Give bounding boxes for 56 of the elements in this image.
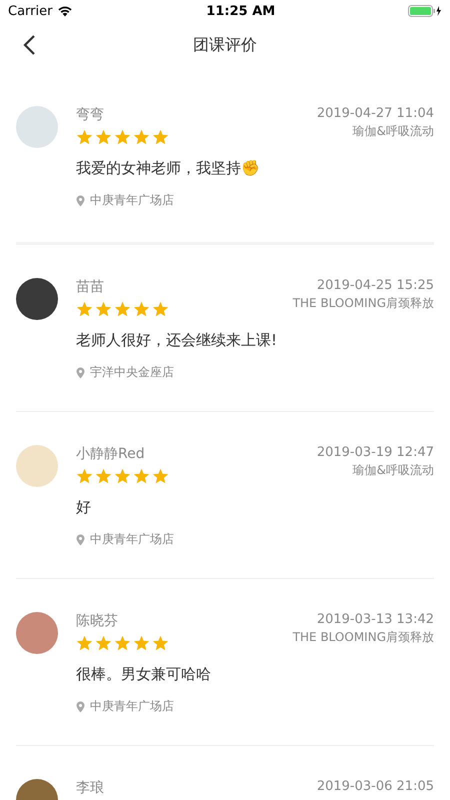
review-date: 2019-03-13 13:42 (316, 612, 434, 627)
star-icon (133, 129, 150, 145)
carrier-label: Carrier (8, 4, 52, 18)
avatar-image (16, 106, 58, 148)
store-name: 中庚青年广场店 (90, 531, 174, 548)
location-pin-icon (76, 366, 85, 378)
star-icon (114, 635, 131, 651)
star-icon (114, 468, 131, 484)
store-name: 宇洋中央金座店 (90, 364, 174, 381)
star-icon (95, 301, 112, 317)
star-icon (76, 129, 93, 145)
battery-icon (408, 5, 442, 17)
reviewer-name: 小静静Red (76, 445, 146, 463)
reviewer-name: 苗苗 (76, 278, 105, 296)
review-text: 很棒。男女兼可哈哈 (76, 665, 212, 684)
avatar-image (16, 278, 58, 320)
location-pin-icon (76, 700, 85, 712)
store-name: 中庚青年广场店 (90, 698, 174, 715)
star-icon (152, 129, 169, 145)
review-date: 2019-04-27 11:04 (316, 106, 434, 121)
star-icon (133, 301, 150, 317)
reviewer-name: 李琅 (76, 779, 104, 797)
wifi-icon (57, 5, 74, 17)
review-text: 我爱的女神老师，我坚持✊ (76, 159, 261, 178)
star-icon (76, 468, 93, 484)
location-pin-icon (76, 534, 85, 546)
avatar-image (16, 612, 58, 654)
store-name: 中庚青年广场店 (90, 192, 174, 209)
location-pin-icon (76, 194, 85, 206)
star-icon (152, 301, 169, 317)
star-icon (76, 635, 93, 651)
back-icon[interactable] (22, 34, 36, 56)
star-icon (95, 129, 112, 145)
review-date: 2019-03-06 21:05 (316, 779, 434, 794)
course-name: 瑜伽&呼吸流动 (352, 462, 434, 479)
star-icon (152, 468, 169, 484)
reviewer-name: 陈晓芬 (76, 612, 119, 630)
review-text: 好 (76, 498, 92, 517)
review-text: 老师人很好，还会继续来上课! (76, 331, 278, 350)
review-date: 2019-03-19 12:47 (316, 445, 434, 460)
star-icon (152, 635, 169, 651)
reviewer-name: 弯弯 (76, 106, 105, 124)
star-icon (114, 301, 131, 317)
star-icon (133, 468, 150, 484)
page-title: 团课评价 (193, 34, 257, 56)
review-date: 2019-04-25 15:25 (316, 278, 434, 293)
course-name: THE BLOOMING肩颈释放 (292, 295, 434, 312)
star-icon (76, 301, 93, 317)
clock-time: 11:25 AM (206, 4, 276, 18)
star-icon (95, 468, 112, 484)
avatar-image (16, 445, 58, 487)
star-icon (133, 635, 150, 651)
star-icon (114, 129, 131, 145)
course-name: 瑜伽&呼吸流动 (352, 123, 434, 140)
course-name: THE BLOOMING肩颈释放 (292, 629, 434, 646)
star-icon (95, 635, 112, 651)
